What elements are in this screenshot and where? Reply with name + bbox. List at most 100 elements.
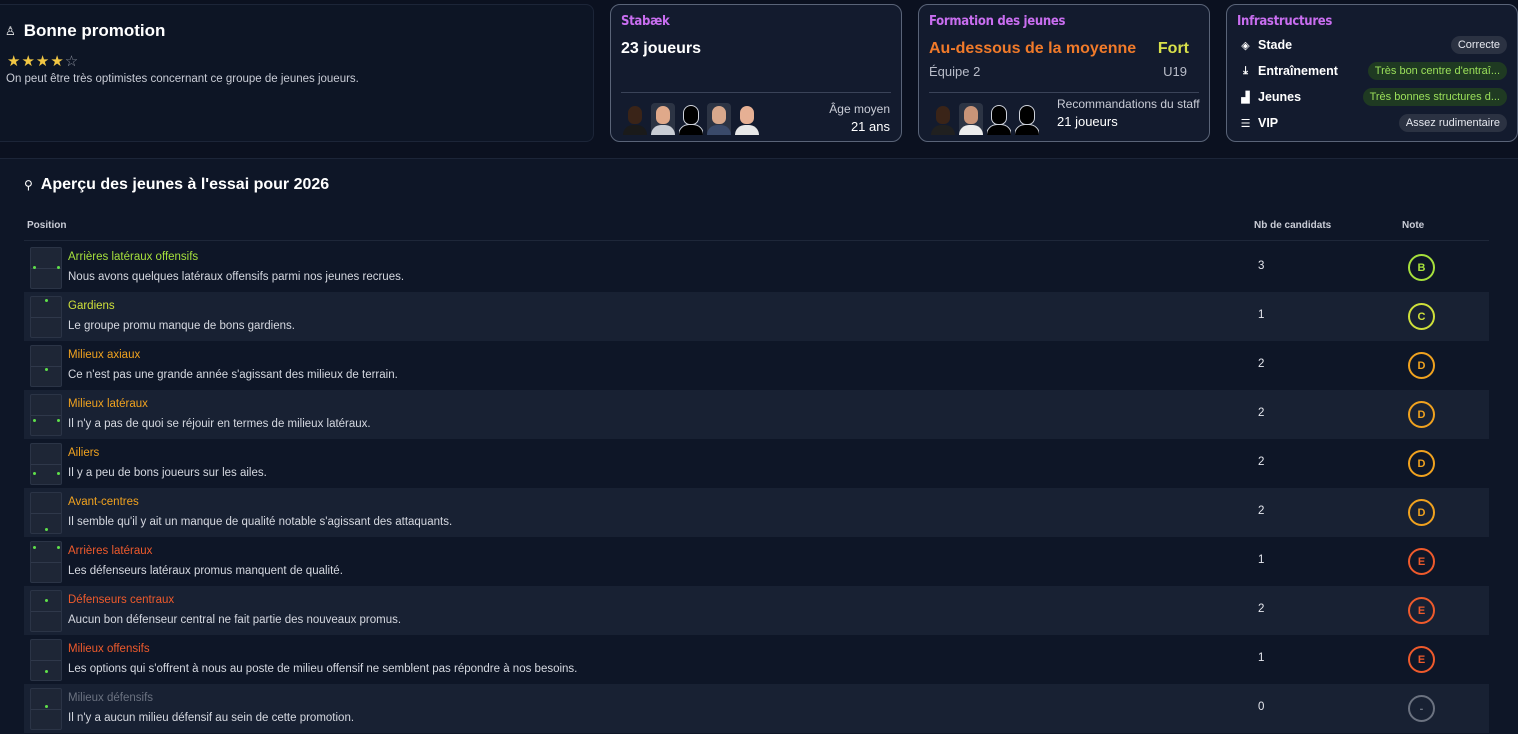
table-row[interactable]: Arrières latéraux Les défenseurs latéraux… xyxy=(24,537,1489,586)
pitch-position-icon xyxy=(30,541,62,583)
avatar xyxy=(707,103,731,135)
position-dot xyxy=(45,599,48,602)
position-dot xyxy=(57,419,60,422)
position-name: Arrières latéraux xyxy=(68,545,153,557)
star-rating: ★★★★☆ xyxy=(7,53,80,70)
promotion-panel: ♙ Bonne promotion ★★★★☆ On peut être trè… xyxy=(0,4,594,142)
promotion-title: ♙ Bonne promotion xyxy=(5,21,166,40)
youth-card-title: Formation des jeunes xyxy=(929,14,1066,29)
divider xyxy=(621,92,891,93)
avatar xyxy=(987,103,1011,135)
pitch-position-icon xyxy=(30,345,62,387)
grade-badge: E xyxy=(1408,597,1435,624)
club-card-title: Stabæk xyxy=(621,14,670,29)
grade-badge: E xyxy=(1408,646,1435,673)
position-dot xyxy=(45,368,48,371)
col-position[interactable]: Position xyxy=(27,220,66,231)
table-row[interactable]: Milieux défensifs Il n'y a aucun milieu d… xyxy=(24,684,1489,733)
avatar xyxy=(679,103,703,135)
pitch-position-icon xyxy=(30,296,62,338)
position-dot xyxy=(33,472,36,475)
position-name: Milieux offensifs xyxy=(68,643,150,655)
avatar xyxy=(735,103,759,135)
pitch-position-icon xyxy=(30,247,62,289)
position-dot xyxy=(57,472,60,475)
position-description: Le groupe promu manque de bons gardiens. xyxy=(68,320,295,332)
section-title: ⚲ Aperçu des jeunes à l'essai pour 2026 xyxy=(24,176,330,193)
search-icon: ⚲ xyxy=(24,178,33,192)
grade-badge: - xyxy=(1408,695,1435,722)
table-row[interactable]: Défenseurs centraux Aucun bon défenseur c… xyxy=(24,586,1489,635)
position-description: Les défenseurs latéraux promus manquent … xyxy=(68,565,343,577)
position-description: Les options qui s'offrent à nous au post… xyxy=(68,663,578,675)
avatar xyxy=(651,103,675,135)
avatar xyxy=(1015,103,1039,135)
infrastructure-card[interactable]: Infrastructures ◈ Stade Correcte ⤓ Entraîn… xyxy=(1226,4,1518,142)
position-description: Il n'y a pas de quoi se réjouir en terme… xyxy=(68,418,371,430)
grade-badge: B xyxy=(1408,254,1435,281)
youth-team: Équipe 2 xyxy=(929,64,981,79)
avatar xyxy=(623,103,647,135)
table-row[interactable]: Milieux offensifs Les options qui s'offre… xyxy=(24,635,1489,684)
position-description: Il n'y a aucun milieu défensif au sein d… xyxy=(68,712,355,724)
candidate-count: 1 xyxy=(1258,309,1265,321)
pitch-position-icon xyxy=(30,492,62,534)
position-name: Ailiers xyxy=(68,447,100,459)
infrastructure-card-title: Infrastructures xyxy=(1237,14,1333,29)
grade-badge: D xyxy=(1408,352,1435,379)
club-card[interactable]: Stabæk 23 joueurs Âge moyen 21 ans xyxy=(610,4,902,142)
grade-badge: E xyxy=(1408,548,1435,575)
col-candidates[interactable]: Nb de candidats xyxy=(1254,220,1331,231)
table-row[interactable]: Arrières latéraux offensifs Nous avons qu… xyxy=(24,243,1489,292)
player-avatars xyxy=(623,103,759,135)
position-name: Milieux axiaux xyxy=(68,349,141,361)
candidate-count: 2 xyxy=(1258,407,1265,419)
candidate-count: 3 xyxy=(1258,260,1265,272)
pitch-position-icon xyxy=(30,639,62,681)
position-description: Il semble qu'il y ait un manque de quali… xyxy=(68,516,453,528)
position-dot xyxy=(45,299,48,302)
training-value: Très bon centre d'entraî... xyxy=(1367,62,1507,80)
training-icon: ⤓ xyxy=(1243,64,1248,77)
table-row[interactable]: Avant-centres Il semble qu'il y ait un ma… xyxy=(24,488,1489,537)
youth-intake-overview: ⚲ Aperçu des jeunes à l'essai pour 2026 … xyxy=(0,158,1518,734)
col-grade[interactable]: Note xyxy=(1402,220,1424,231)
candidate-count: 0 xyxy=(1258,701,1265,713)
recommended-avatars xyxy=(931,103,1039,135)
stadium-value: Correcte xyxy=(1450,36,1507,54)
grade-badge: C xyxy=(1408,303,1435,330)
position-name: Milieux latéraux xyxy=(68,398,148,410)
youth-card[interactable]: Formation des jeunes Au-dessous de la mo… xyxy=(918,4,1210,142)
youth-age-group: U19 xyxy=(1163,64,1187,79)
candidate-count: 2 xyxy=(1258,603,1265,615)
avatar xyxy=(959,103,983,135)
candidate-count: 2 xyxy=(1258,456,1265,468)
position-name: Gardiens xyxy=(68,300,115,312)
position-description: Nous avons quelques latéraux offensifs p… xyxy=(68,271,405,283)
table-row[interactable]: Milieux axiaux Ce n'est pas une grande an… xyxy=(24,341,1489,390)
candidate-count: 1 xyxy=(1258,554,1265,566)
grade-badge: D xyxy=(1408,401,1435,428)
position-description: Aucun bon défenseur central ne fait part… xyxy=(68,614,402,626)
position-description: Il y a peu de bons joueurs sur les ailes… xyxy=(68,467,267,479)
position-dot xyxy=(57,266,60,269)
youth-level: Au-dessous de la moyenne xyxy=(929,40,1137,57)
infra-row-stadium: ◈ Stade Correcte xyxy=(1239,35,1507,55)
position-dot xyxy=(45,670,48,673)
table-row[interactable]: Milieux latéraux Il n'y a pas de quoi se … xyxy=(24,390,1489,439)
avatar xyxy=(931,103,955,135)
position-dot xyxy=(33,266,36,269)
table-header: Position Nb de candidats Note xyxy=(24,217,1489,241)
table-row[interactable]: Ailiers Il y a peu de bons joueurs sur le… xyxy=(24,439,1489,488)
table-row[interactable]: Gardiens Le groupe promu manque de bons g… xyxy=(24,292,1489,341)
youth-strength: Fort xyxy=(1157,40,1189,57)
pitch-position-icon xyxy=(30,443,62,485)
position-dot xyxy=(45,528,48,531)
position-name: Défenseurs centraux xyxy=(68,594,175,606)
trophy-icon: ♙ xyxy=(5,24,16,38)
position-description: Ce n'est pas une grande année s'agissant… xyxy=(68,369,398,381)
position-name: Milieux défensifs xyxy=(68,692,154,704)
candidate-count: 2 xyxy=(1258,505,1265,517)
position-name: Arrières latéraux offensifs xyxy=(68,251,199,263)
infra-row-youth: ▟ Jeunes Très bonnes structures d... xyxy=(1239,87,1507,107)
